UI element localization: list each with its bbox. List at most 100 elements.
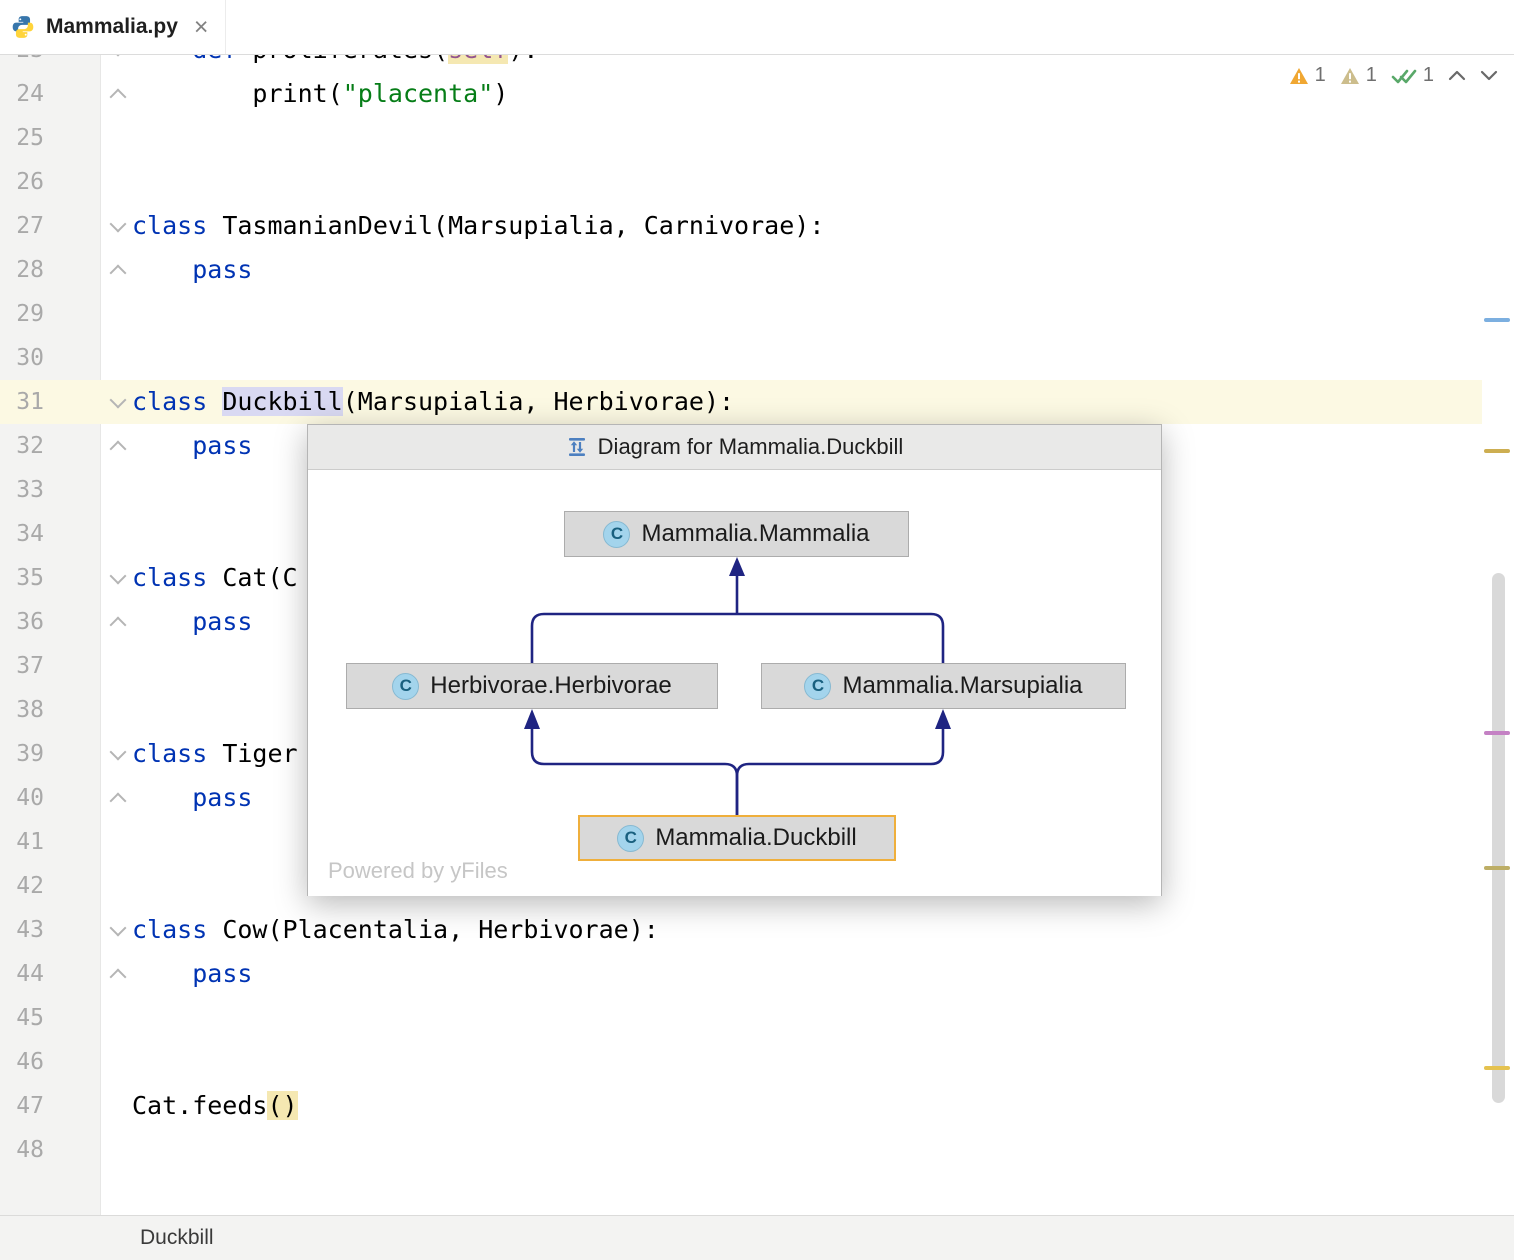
- code-text: class Cow(Placentalia, Herbivorae):: [132, 908, 659, 952]
- fold-start-icon[interactable]: [110, 392, 127, 409]
- line-number[interactable]: 46: [0, 1040, 44, 1084]
- double-checkmark-icon: [1391, 67, 1417, 85]
- prev-issue-chevron-up-icon[interactable]: [1448, 70, 1466, 81]
- line-number[interactable]: 48: [0, 1128, 44, 1172]
- line-number[interactable]: 35: [0, 556, 44, 600]
- line-number[interactable]: 28: [0, 248, 44, 292]
- line-number[interactable]: 31: [0, 380, 44, 424]
- line-number[interactable]: 47: [0, 1084, 44, 1128]
- class-icon: C: [392, 673, 419, 700]
- python-icon: [10, 14, 36, 40]
- diagram-canvas[interactable]: Powered by yFiles C Mammalia.Mammalia C Her…: [308, 470, 1161, 896]
- fold-end-icon[interactable]: [110, 441, 127, 458]
- edge-marsupialia-to-mammalia: [729, 557, 943, 663]
- error-stripe-mark[interactable]: [1484, 866, 1510, 870]
- inspection-weak-warnings[interactable]: 1: [1340, 64, 1377, 87]
- code-text: pass: [132, 600, 252, 644]
- code-line-44[interactable]: 44 pass: [0, 952, 1482, 996]
- diagram-node-herbivorae-herbivorae[interactable]: C Herbivorae.Herbivorae: [346, 663, 718, 709]
- code-line-25[interactable]: 25: [0, 116, 1482, 160]
- class-icon: C: [617, 825, 644, 852]
- fold-start-icon[interactable]: [110, 920, 127, 937]
- code-line-43[interactable]: 43 class Cow(Placentalia, Herbivorae):: [0, 908, 1482, 952]
- line-number[interactable]: 40: [0, 776, 44, 820]
- diagram-node-mammalia-mammalia[interactable]: C Mammalia.Mammalia: [564, 511, 909, 557]
- weak-warning-triangle-icon: [1340, 67, 1360, 85]
- yfiles-watermark: Powered by yFiles: [328, 858, 508, 884]
- line-number[interactable]: 24: [0, 72, 44, 116]
- line-number[interactable]: 34: [0, 512, 44, 556]
- code-line-46[interactable]: 46: [0, 1040, 1482, 1084]
- line-number[interactable]: 39: [0, 732, 44, 776]
- diagram-popup: Diagram for Mammalia.Duckbill: [307, 424, 1162, 896]
- passed-count: 1: [1423, 64, 1434, 87]
- tab-mammalia-py[interactable]: Mammalia.py ×: [0, 0, 226, 54]
- diagram-popup-titlebar[interactable]: Diagram for Mammalia.Duckbill: [308, 425, 1161, 470]
- code-text: pass: [132, 424, 252, 468]
- status-bar: Duckbill: [0, 1215, 1514, 1260]
- code-text: class Tiger: [132, 732, 298, 776]
- line-number[interactable]: 36: [0, 600, 44, 644]
- line-number[interactable]: 33: [0, 468, 44, 512]
- class-icon: C: [603, 521, 630, 548]
- edge-duckbill-to-herbivorae: [524, 709, 737, 815]
- code-line-45[interactable]: 45: [0, 996, 1482, 1040]
- scrollbar-thumb[interactable]: [1492, 573, 1505, 1103]
- error-stripe-mark[interactable]: [1484, 449, 1510, 453]
- line-number[interactable]: 42: [0, 864, 44, 908]
- tab-close-icon[interactable]: ×: [194, 15, 209, 40]
- line-number[interactable]: 30: [0, 336, 44, 380]
- warning-count: 1: [1315, 64, 1326, 87]
- code-line-30[interactable]: 30: [0, 336, 1482, 380]
- ide-window: 23 def proliferates(self):24 print("plac…: [0, 0, 1514, 1260]
- code-line-48[interactable]: 48: [0, 1128, 1482, 1172]
- error-stripe-mark[interactable]: [1484, 318, 1510, 322]
- line-number[interactable]: 45: [0, 996, 44, 1040]
- code-text: Cat.feeds(): [132, 1084, 298, 1128]
- fold-end-icon[interactable]: [110, 969, 127, 986]
- code-line-29[interactable]: 29: [0, 292, 1482, 336]
- line-number[interactable]: 41: [0, 820, 44, 864]
- line-number[interactable]: 26: [0, 160, 44, 204]
- error-stripe-mark[interactable]: [1484, 1066, 1510, 1070]
- code-line-47[interactable]: 47 Cat.feeds(): [0, 1084, 1482, 1128]
- code-line-26[interactable]: 26: [0, 160, 1482, 204]
- code-line-31[interactable]: 31 class Duckbill(Marsupialia, Herbivorae…: [0, 380, 1482, 424]
- inspection-warnings[interactable]: 1: [1289, 64, 1326, 87]
- code-text: pass: [132, 776, 252, 820]
- fold-end-icon[interactable]: [110, 617, 127, 634]
- diagram-icon: [566, 436, 588, 458]
- fold-end-icon[interactable]: [110, 89, 127, 106]
- code-text: pass: [132, 248, 252, 292]
- tab-title: Mammalia.py: [46, 15, 178, 39]
- line-number[interactable]: 43: [0, 908, 44, 952]
- fold-start-icon[interactable]: [110, 744, 127, 761]
- error-stripe-mark[interactable]: [1484, 731, 1510, 735]
- line-number[interactable]: 25: [0, 116, 44, 160]
- line-number[interactable]: 29: [0, 292, 44, 336]
- code-text: print("placenta"): [132, 72, 508, 116]
- code-line-27[interactable]: 27class TasmanianDevil(Marsupialia, Carn…: [0, 204, 1482, 248]
- fold-end-icon[interactable]: [110, 793, 127, 810]
- code-text: class Cat(C: [132, 556, 298, 600]
- breadcrumb-duckbill[interactable]: Duckbill: [140, 1226, 214, 1250]
- inspections-widget: 1 1 1: [1289, 64, 1498, 87]
- line-number[interactable]: 27: [0, 204, 44, 248]
- code-line-28[interactable]: 28 pass: [0, 248, 1482, 292]
- fold-end-icon[interactable]: [110, 265, 127, 282]
- code-text: class Duckbill(Marsupialia, Herbivorae):: [132, 380, 734, 424]
- diagram-node-mammalia-duckbill[interactable]: CMammalia.Duckbill: [578, 815, 896, 861]
- diagram-node-label: Mammalia.Mammalia: [641, 520, 869, 548]
- fold-start-icon[interactable]: [110, 216, 127, 233]
- next-issue-chevron-down-icon[interactable]: [1480, 70, 1498, 81]
- edge-duckbill-to-marsupialia: [737, 709, 951, 815]
- line-number[interactable]: 37: [0, 644, 44, 688]
- diagram-node-mammalia-marsupialia[interactable]: CMammalia.Marsupialia: [761, 663, 1126, 709]
- line-number[interactable]: 38: [0, 688, 44, 732]
- line-number[interactable]: 44: [0, 952, 44, 996]
- line-number[interactable]: 32: [0, 424, 44, 468]
- fold-start-icon[interactable]: [110, 568, 127, 585]
- diagram-node-label: Herbivorae.Herbivorae: [430, 672, 671, 700]
- code-line-24[interactable]: 24 print("placenta"): [0, 72, 1482, 116]
- inspection-passed[interactable]: 1: [1391, 64, 1434, 87]
